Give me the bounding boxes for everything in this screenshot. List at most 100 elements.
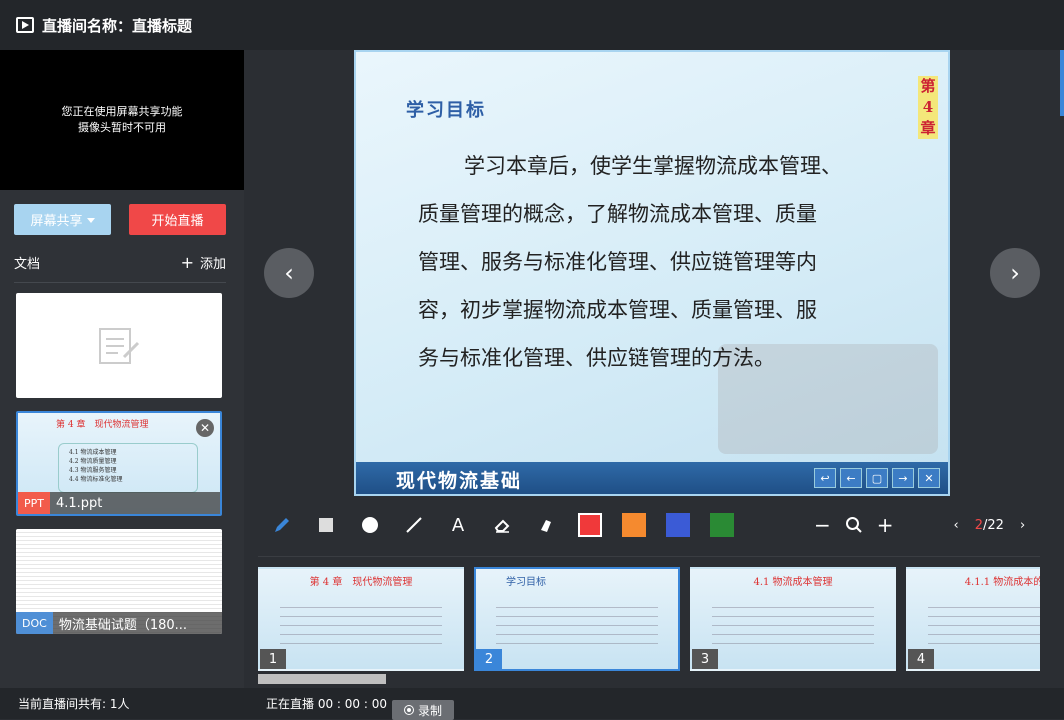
- annotation-toolbar: A − + ‹ 2/22 ›: [260, 506, 1056, 544]
- slide-line: 学习本章后，使学生掌握物流成本管理、: [464, 154, 842, 178]
- doc-tag: DOC: [16, 612, 53, 634]
- slide-line: 容，初步掌握物流成本管理、质量管理、服: [418, 298, 817, 322]
- color-swatch-blue[interactable]: [666, 513, 690, 537]
- camera-notice-2: 摄像头暂时不可用: [78, 121, 166, 134]
- add-doc-label: 添加: [199, 257, 226, 272]
- slide-chapter-badge: 第4章: [918, 76, 938, 139]
- search-icon[interactable]: [845, 516, 863, 534]
- doc-list: 第 4 章 现代物流管理 4.1 物流成本管理 4.2 物流质量管理 4.3 物…: [0, 283, 244, 634]
- thumb-title: 4.1 物流成本管理: [753, 577, 833, 588]
- thumb-title: 学习目标: [506, 577, 546, 588]
- start-live-button[interactable]: 开始直播: [129, 204, 226, 235]
- left-panel: 您正在使用屏幕共享功能 摄像头暂时不可用 屏幕共享 开始直播 文档 + 添加 第…: [0, 50, 244, 688]
- slide-footer-title: 现代物流基础: [396, 470, 523, 492]
- prev-page-icon[interactable]: ‹: [954, 518, 959, 533]
- ppt-thumb-menu-item: 4.1 物流成本管理: [69, 449, 117, 456]
- docs-heading: 文档: [14, 257, 41, 272]
- slide-line: 质量管理的概念，了解物流成本管理、质量: [418, 202, 817, 226]
- pen-icon: [275, 518, 289, 532]
- color-swatch-green[interactable]: [710, 513, 734, 537]
- next-slide-button[interactable]: ›: [990, 248, 1040, 298]
- chevron-right-icon: ›: [1010, 259, 1020, 287]
- camera-notice-1: 您正在使用屏幕共享功能: [61, 105, 183, 118]
- slide-stage: 学习目标 第4章 学习本章后，使学生掌握物流成本管理、 质量管理的概念，了解物流…: [354, 50, 950, 496]
- record-button[interactable]: 录制: [392, 700, 454, 720]
- record-label: 录制: [417, 703, 442, 718]
- prev-slide-button[interactable]: ‹: [264, 248, 314, 298]
- slide-thumbnail[interactable]: 4.1 物流成本管理 3: [690, 567, 896, 671]
- ppt-thumb-menu-item: 4.4 物流标准化管理: [69, 476, 123, 483]
- main-area: 学习目标 第4章 学习本章后，使学生掌握物流成本管理、 质量管理的概念，了解物流…: [244, 50, 1064, 688]
- slide-thumbnail-strip: 第 4 章 现代物流管理 1 学习目标 2 4.1 物流成本管理 3 4.1.1…: [258, 556, 1040, 674]
- next-page-icon[interactable]: ›: [1020, 518, 1025, 533]
- close-icon[interactable]: ✕: [196, 419, 214, 437]
- ppt-thumb-menu-item: 4.3 物流服务管理: [69, 467, 117, 474]
- screen-share-label: 屏幕共享: [30, 214, 83, 229]
- square-icon: [319, 518, 333, 532]
- slide-thumbnail[interactable]: 第 4 章 现代物流管理 1: [258, 567, 464, 671]
- clear-tool[interactable]: [524, 506, 568, 544]
- room-title: 直播间名称：直播标题: [42, 16, 193, 35]
- text-icon: A: [451, 514, 465, 536]
- live-room-icon: [16, 17, 34, 33]
- line-icon: [406, 517, 422, 533]
- prev-icon[interactable]: ←: [840, 468, 862, 488]
- slide-objective-title: 学习目标: [406, 100, 486, 121]
- eraser-tool[interactable]: [480, 506, 524, 544]
- document-placeholder-icon: [99, 328, 140, 364]
- doc-item-ppt[interactable]: 第 4 章 现代物流管理 4.1 物流成本管理 4.2 物流质量管理 4.3 物…: [16, 411, 222, 516]
- color-swatch-red[interactable]: [578, 513, 602, 537]
- thumb-number: 1: [260, 649, 286, 669]
- record-icon: [403, 705, 414, 715]
- color-swatch-orange[interactable]: [622, 513, 646, 537]
- slide-line: 管理、服务与标准化管理、供应链管理等内: [418, 250, 817, 274]
- pen-tool[interactable]: [260, 506, 304, 544]
- vertical-scrollbar[interactable]: [1060, 50, 1064, 116]
- home-icon[interactable]: ▢: [866, 468, 888, 488]
- chevron-left-icon: ‹: [284, 259, 294, 287]
- horizontal-scrollbar[interactable]: [258, 674, 386, 684]
- brush-clear-icon: [541, 520, 551, 532]
- current-page: 2: [974, 517, 984, 533]
- ppt-thumb-menu-item: 4.2 物流质量管理: [69, 458, 117, 465]
- slide-thumbnail[interactable]: 学习目标 2: [474, 567, 680, 671]
- ppt-thumb-menu: 4.1 物流成本管理 4.2 物流质量管理 4.3 物流服务管理 4.4 物流标…: [58, 443, 198, 493]
- screen-share-button[interactable]: 屏幕共享: [14, 204, 111, 235]
- return-icon[interactable]: ↩: [814, 468, 836, 488]
- next-icon[interactable]: →: [892, 468, 914, 488]
- eraser-icon: [494, 519, 510, 533]
- thumb-content: [280, 599, 442, 649]
- slide-thumbnail[interactable]: 4.1.1 物流成本的构 4: [906, 567, 1040, 671]
- ppt-tag: PPT: [18, 492, 50, 514]
- slide-footer: 现代物流基础 ↩ ← ▢ → ✕: [356, 462, 948, 494]
- thumb-content: [496, 599, 658, 649]
- thumb-number: 3: [692, 649, 718, 669]
- camera-preview: 您正在使用屏幕共享功能 摄像头暂时不可用: [0, 50, 244, 190]
- zoom-controls: − +: [814, 513, 894, 537]
- total-pages: /22: [983, 517, 1004, 533]
- docs-header: 文档 + 添加: [14, 247, 226, 283]
- chevron-down-icon: [86, 218, 95, 223]
- doc-item-blank[interactable]: [16, 293, 222, 398]
- doc-item-label: DOC 物流基础试题（180...: [16, 612, 222, 634]
- doc-item-label: PPT 4.1.ppt: [18, 492, 220, 514]
- doc-item-doc[interactable]: DOC 物流基础试题（180...: [16, 529, 222, 634]
- circle-tool[interactable]: [348, 506, 392, 544]
- thumb-title: 4.1.1 物流成本的构: [964, 577, 1040, 588]
- zoom-in-icon[interactable]: +: [877, 513, 894, 537]
- thumb-number: 2: [476, 649, 502, 669]
- top-bar: 直播间名称：直播标题: [0, 0, 1064, 50]
- add-doc-button[interactable]: + 添加: [181, 253, 226, 273]
- rectangle-tool[interactable]: [304, 506, 348, 544]
- thumb-title: 第 4 章 现代物流管理: [309, 577, 413, 588]
- doc-item-name: 4.1.ppt: [56, 495, 103, 511]
- zoom-out-icon[interactable]: −: [814, 513, 831, 537]
- status-bar: 当前直播间共有: 1人 正在直播 00 : 00 : 00 录制: [0, 688, 1064, 720]
- thumb-content: [928, 599, 1040, 649]
- text-tool[interactable]: A: [436, 506, 480, 544]
- live-timer: 正在直播 00 : 00 : 00: [266, 697, 387, 711]
- line-tool[interactable]: [392, 506, 436, 544]
- thumb-number: 4: [908, 649, 934, 669]
- slide-body: 学习本章后，使学生掌握物流成本管理、 质量管理的概念，了解物流成本管理、质量 管…: [418, 142, 888, 382]
- close-icon[interactable]: ✕: [918, 468, 940, 488]
